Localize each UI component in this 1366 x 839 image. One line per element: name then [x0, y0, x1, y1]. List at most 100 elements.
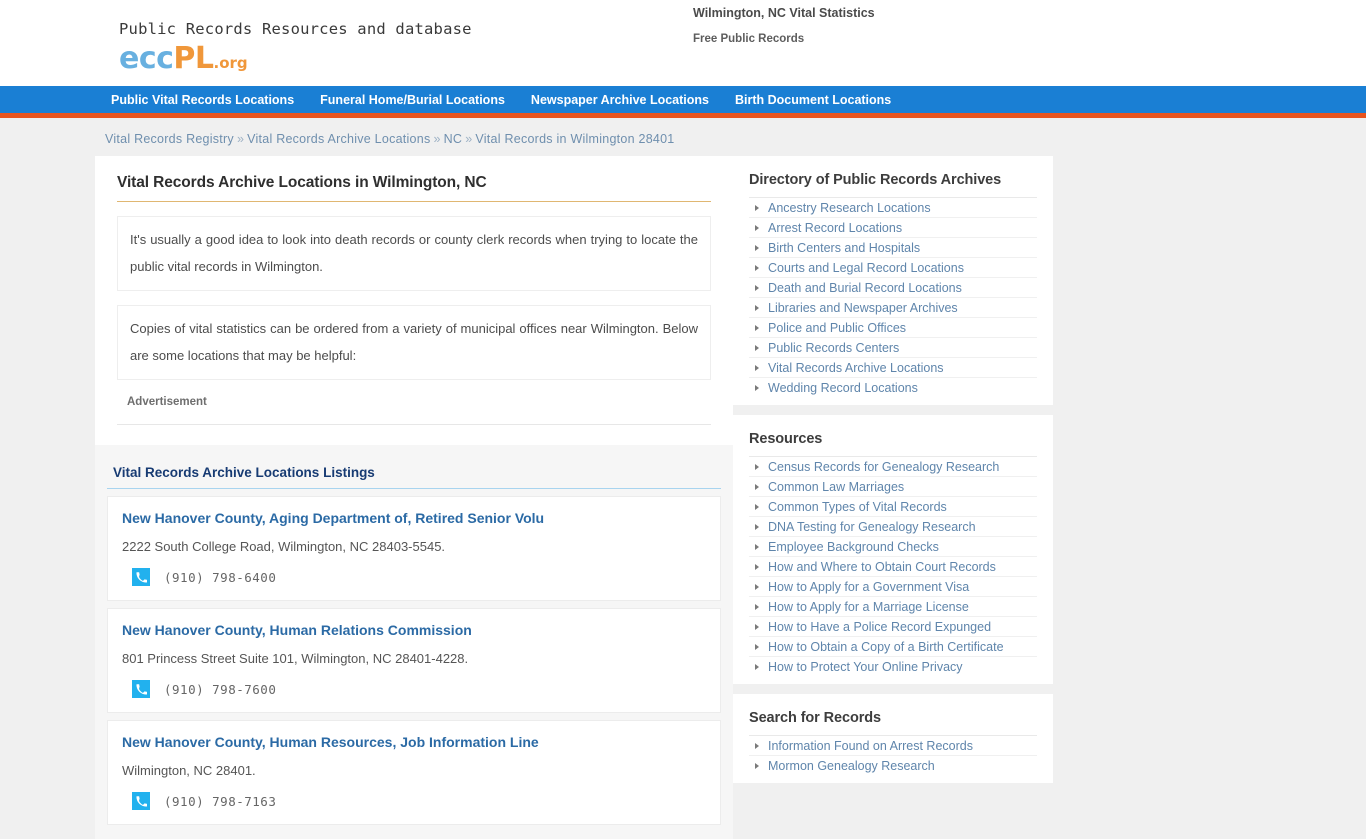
- phone-icon: [132, 792, 150, 810]
- listings-section: Vital Records Archive Locations Listings…: [95, 445, 733, 839]
- page-title: Vital Records Archive Locations in Wilmi…: [117, 174, 711, 202]
- sidebar-link[interactable]: Police and Public Offices: [768, 321, 906, 335]
- triangle-right-icon: [755, 663, 759, 670]
- site-brand[interactable]: Public Records Resources and database ec…: [119, 20, 472, 74]
- sidebar-link[interactable]: Information Found on Arrest Records: [768, 739, 973, 753]
- listing-name-link[interactable]: New Hanover County, Human Resources, Job…: [122, 733, 706, 751]
- triangle-right-icon: [755, 284, 759, 291]
- header-subtitle: Free Public Records: [693, 33, 805, 45]
- listing-name-link[interactable]: New Hanover County, Aging Department of,…: [122, 509, 706, 527]
- list-item[interactable]: Census Records for Genealogy Research: [749, 457, 1037, 477]
- sidebar-link[interactable]: How to Apply for a Marriage License: [768, 600, 969, 614]
- breadcrumb-separator: »: [236, 132, 245, 146]
- triangle-right-icon: [755, 344, 759, 351]
- list-item[interactable]: Libraries and Newspaper Archives: [749, 298, 1037, 318]
- nav-item[interactable]: Public Vital Records Locations: [109, 93, 296, 107]
- listing-phone-number[interactable]: (910) 798-7600: [164, 682, 276, 697]
- list-item[interactable]: Common Law Marriages: [749, 477, 1037, 497]
- triangle-right-icon: [755, 523, 759, 530]
- breadcrumb-separator: »: [433, 132, 441, 146]
- sidebar-link[interactable]: Wedding Record Locations: [768, 381, 918, 395]
- sidebar-link[interactable]: How to Apply for a Government Visa: [768, 580, 969, 594]
- nav-item[interactable]: Funeral Home/Burial Locations: [318, 93, 507, 107]
- listing-phone-row: (910) 798-7163: [122, 792, 706, 810]
- sidebar-link[interactable]: Birth Centers and Hospitals: [768, 241, 920, 255]
- nav-item[interactable]: Birth Document Locations: [733, 93, 893, 107]
- list-item[interactable]: Ancestry Research Locations: [749, 198, 1037, 218]
- listing-address: 2222 South College Road, Wilmington, NC …: [122, 539, 446, 554]
- listing-card: New Hanover County, Human Resources, Job…: [107, 720, 721, 825]
- listing-name-link[interactable]: New Hanover County, Human Relations Comm…: [122, 621, 706, 639]
- list-item[interactable]: Common Types of Vital Records: [749, 497, 1037, 517]
- list-item[interactable]: Arrest Record Locations: [749, 218, 1037, 238]
- sidebar-link-list: Ancestry Research Locations Arrest Record…: [749, 198, 1037, 397]
- sidebar-link[interactable]: How and Where to Obtain Court Records: [768, 560, 996, 574]
- sidebar-link[interactable]: Death and Burial Record Locations: [768, 281, 962, 295]
- logo-part-org: .org: [213, 54, 248, 72]
- sidebar-link[interactable]: Vital Records Archive Locations: [768, 361, 944, 375]
- sidebar-link[interactable]: Courts and Legal Record Locations: [768, 261, 964, 275]
- list-item[interactable]: DNA Testing for Genealogy Research: [749, 517, 1037, 537]
- list-item[interactable]: Vital Records Archive Locations: [749, 358, 1037, 378]
- intro-paragraph-2: Copies of vital statistics can be ordere…: [117, 305, 711, 380]
- list-item[interactable]: Courts and Legal Record Locations: [749, 258, 1037, 278]
- triangle-right-icon: [755, 244, 759, 251]
- nav-item[interactable]: Newspaper Archive Locations: [529, 93, 711, 107]
- site-logo[interactable]: eccPL.org: [119, 44, 472, 74]
- sidebar-link-list: Census Records for Genealogy Research Com…: [749, 457, 1037, 676]
- listings-section-title: Vital Records Archive Locations Listings: [107, 465, 721, 489]
- triangle-right-icon: [755, 742, 759, 749]
- list-item[interactable]: Mormon Genealogy Research: [749, 756, 1037, 775]
- listing-phone-number[interactable]: (910) 798-6400: [164, 570, 276, 585]
- logo-part-pl: PL: [173, 41, 214, 76]
- list-item[interactable]: Death and Burial Record Locations: [749, 278, 1037, 298]
- list-item[interactable]: Information Found on Arrest Records: [749, 736, 1037, 756]
- sidebar-link[interactable]: Arrest Record Locations: [768, 221, 902, 235]
- sidebar-column: Directory of Public Records Archives Ance…: [733, 156, 1271, 793]
- triangle-right-icon: [755, 583, 759, 590]
- listing-card: New Hanover County, Aging Department of,…: [107, 496, 721, 601]
- sidebar-link[interactable]: How to Obtain a Copy of a Birth Certific…: [768, 640, 1004, 654]
- sidebar-link[interactable]: Libraries and Newspaper Archives: [768, 301, 958, 315]
- sidebar-link[interactable]: Common Law Marriages: [768, 480, 904, 494]
- logo-part-ecc: ecc: [119, 41, 174, 76]
- listing-address: Wilmington, NC 28401.: [122, 763, 256, 778]
- list-item[interactable]: How to Apply for a Government Visa: [749, 577, 1037, 597]
- sidebar-link[interactable]: Mormon Genealogy Research: [768, 759, 935, 773]
- list-item[interactable]: Police and Public Offices: [749, 318, 1037, 338]
- sidebar-link[interactable]: Ancestry Research Locations: [768, 201, 931, 215]
- sidebar-link[interactable]: DNA Testing for Genealogy Research: [768, 520, 976, 534]
- list-item[interactable]: How to Obtain a Copy of a Birth Certific…: [749, 637, 1037, 657]
- list-item[interactable]: How to Apply for a Marriage License: [749, 597, 1037, 617]
- breadcrumb-separator: »: [465, 132, 473, 146]
- listing-card: New Hanover County, Human Relations Comm…: [107, 608, 721, 713]
- triangle-right-icon: [755, 503, 759, 510]
- breadcrumb-link[interactable]: NC: [444, 132, 463, 146]
- triangle-right-icon: [755, 623, 759, 630]
- list-item[interactable]: How to Have a Police Record Expunged: [749, 617, 1037, 637]
- sidebar-link[interactable]: Public Records Centers: [768, 341, 899, 355]
- list-item[interactable]: Public Records Centers: [749, 338, 1037, 358]
- triangle-right-icon: [755, 264, 759, 271]
- sidebar-link[interactable]: Census Records for Genealogy Research: [768, 460, 999, 474]
- brand-tagline: Public Records Resources and database: [119, 20, 472, 38]
- list-item[interactable]: Employee Background Checks: [749, 537, 1037, 557]
- list-item[interactable]: Wedding Record Locations: [749, 378, 1037, 397]
- breadcrumb-current: Vital Records in Wilmington 28401: [475, 132, 675, 146]
- breadcrumb-link[interactable]: Vital Records Archive Locations: [247, 132, 430, 146]
- sidebar-link[interactable]: How to Have a Police Record Expunged: [768, 620, 991, 634]
- sidebar-link[interactable]: Employee Background Checks: [768, 540, 939, 554]
- listing-phone-number[interactable]: (910) 798-7163: [164, 794, 276, 809]
- list-item[interactable]: How and Where to Obtain Court Records: [749, 557, 1037, 577]
- triangle-right-icon: [755, 324, 759, 331]
- list-item[interactable]: How to Protect Your Online Privacy: [749, 657, 1037, 676]
- triangle-right-icon: [755, 563, 759, 570]
- list-item[interactable]: Birth Centers and Hospitals: [749, 238, 1037, 258]
- breadcrumb-link[interactable]: Vital Records Registry: [105, 132, 234, 146]
- sidebar-panel: Directory of Public Records Archives Ance…: [733, 156, 1053, 405]
- triangle-right-icon: [755, 643, 759, 650]
- listings-container: New Hanover County, Aging Department of,…: [107, 496, 721, 825]
- sidebar-link[interactable]: Common Types of Vital Records: [768, 500, 947, 514]
- advertisement-slot: Advertisement: [117, 396, 711, 425]
- sidebar-link[interactable]: How to Protect Your Online Privacy: [768, 660, 963, 674]
